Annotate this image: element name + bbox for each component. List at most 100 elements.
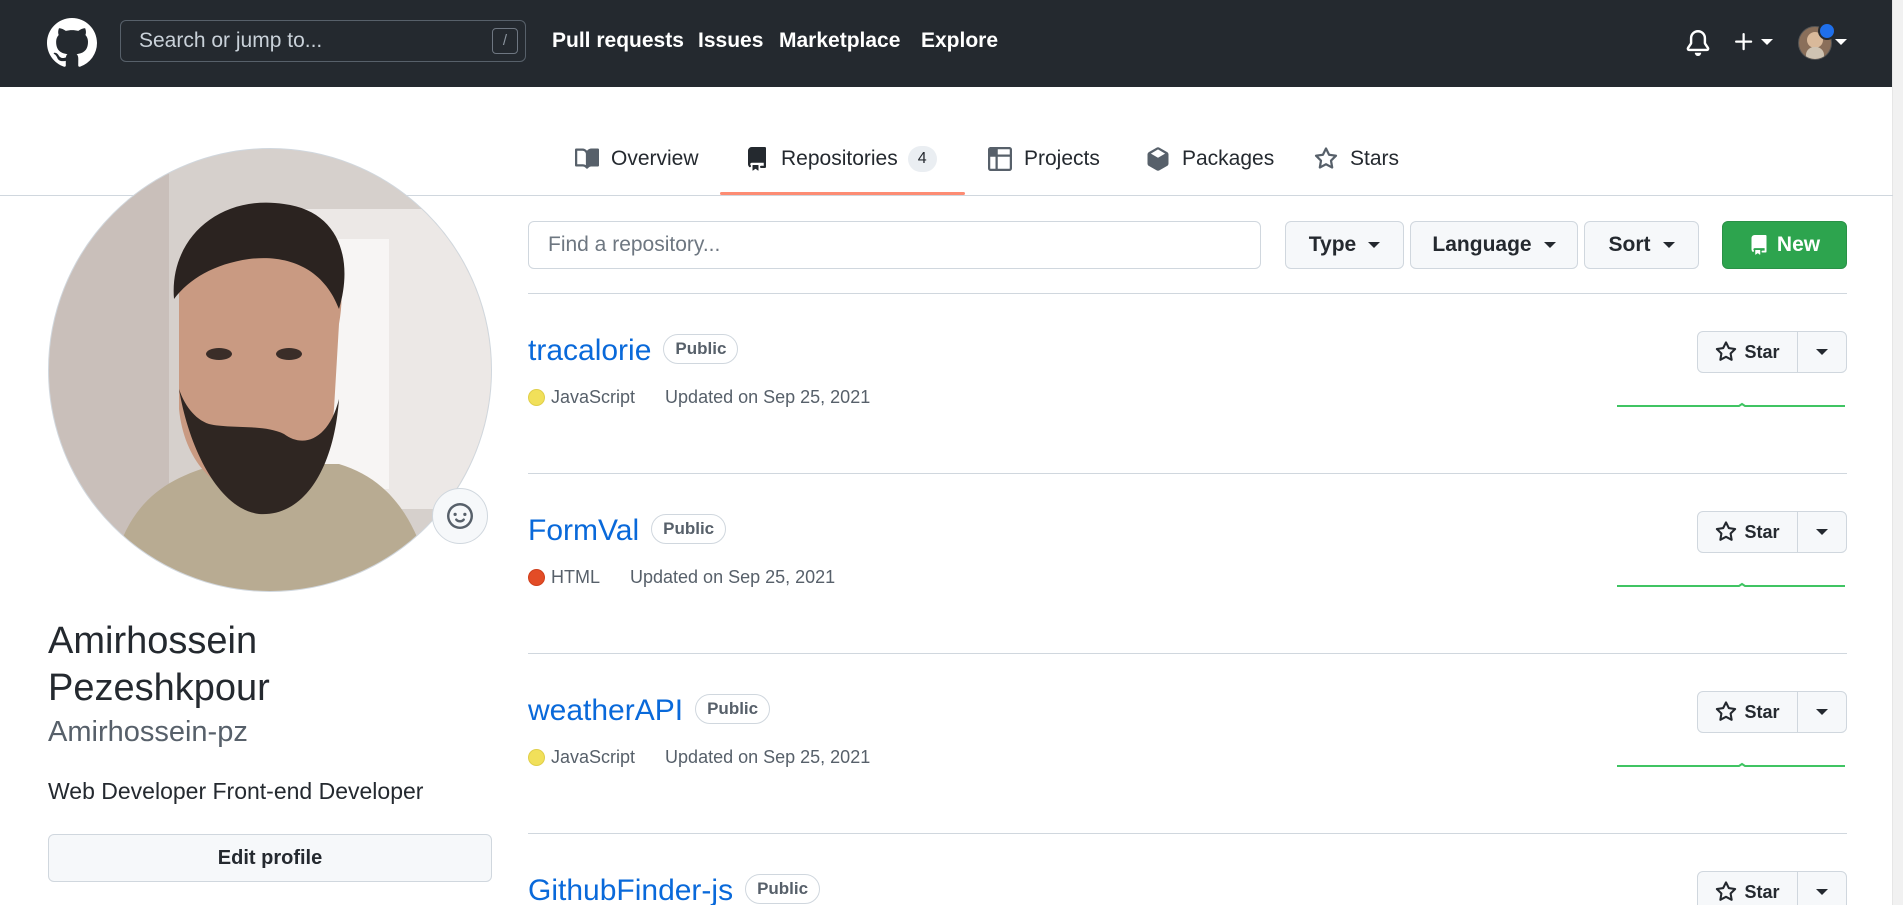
repo-list-item: weatherAPI Public JavaScript Updated on S… xyxy=(528,691,1847,871)
star-button-group: Star xyxy=(1697,331,1847,373)
edit-profile-button[interactable]: Edit profile xyxy=(48,834,492,882)
language-filter-button[interactable]: Language xyxy=(1410,221,1578,269)
global-search-input[interactable]: Search or jump to... / xyxy=(120,20,526,62)
type-filter-button[interactable]: Type xyxy=(1285,221,1404,269)
star-list-dropdown[interactable] xyxy=(1798,512,1846,552)
table-icon xyxy=(988,147,1012,171)
visibility-badge: Public xyxy=(663,334,739,365)
repo-list-item: FormVal Public HTML Updated on Sep 25, 20… xyxy=(528,511,1847,691)
tab-packages[interactable]: Packages xyxy=(1146,144,1274,174)
sort-filter-button[interactable]: Sort xyxy=(1584,221,1699,269)
repo-icon xyxy=(1751,235,1767,255)
star-icon xyxy=(1716,341,1737,361)
star-button[interactable]: Star xyxy=(1698,332,1798,372)
star-label: Star xyxy=(1744,521,1780,542)
tab-repositories-label: Repositories xyxy=(781,147,898,170)
repo-name-link[interactable]: weatherAPI xyxy=(528,694,683,727)
nav-marketplace[interactable]: Marketplace xyxy=(779,27,900,55)
tab-stars[interactable]: Stars xyxy=(1314,144,1399,174)
nav-pull-requests[interactable]: Pull requests xyxy=(552,27,684,55)
tab-overview[interactable]: Overview xyxy=(575,144,699,174)
repo-icon xyxy=(748,147,766,171)
repo-list-item: GithubFinder-js Public Star xyxy=(528,871,1847,905)
find-repository-input[interactable]: Find a repository... xyxy=(528,221,1261,269)
repo-language: HTML xyxy=(551,567,600,587)
star-list-dropdown[interactable] xyxy=(1798,692,1846,732)
repo-language: JavaScript xyxy=(551,387,636,407)
star-button-group: Star xyxy=(1697,511,1847,553)
star-list-dropdown[interactable] xyxy=(1798,332,1846,372)
star-icon xyxy=(1716,701,1737,721)
github-logo-icon[interactable] xyxy=(47,18,97,68)
new-button-label: New xyxy=(1776,233,1821,256)
repo-updated: Updated on Sep 25, 2021 xyxy=(665,747,871,767)
repo-name-link[interactable]: tracalorie xyxy=(528,334,651,367)
star-label: Star xyxy=(1744,341,1780,362)
visibility-badge: Public xyxy=(745,874,821,905)
caret-down-icon xyxy=(1816,889,1828,895)
repo-name-link[interactable]: FormVal xyxy=(528,514,639,547)
tab-stars-label: Stars xyxy=(1350,147,1400,170)
set-status-button[interactable] xyxy=(432,488,488,544)
sort-filter-label: Sort xyxy=(1608,233,1651,256)
tab-overview-label: Overview xyxy=(611,147,699,170)
repo-updated: Updated on Sep 25, 2021 xyxy=(630,567,836,587)
plus-caret-icon[interactable] xyxy=(1760,38,1774,46)
tab-projects[interactable]: Projects xyxy=(988,144,1100,174)
list-divider xyxy=(528,293,1847,294)
repo-updated: Updated on Sep 25, 2021 xyxy=(665,387,871,407)
star-list-dropdown[interactable] xyxy=(1798,872,1846,905)
caret-down-icon xyxy=(1368,242,1381,248)
book-icon xyxy=(575,148,599,169)
tab-repositories[interactable]: Repositories 4 xyxy=(745,144,937,174)
visibility-badge: Public xyxy=(651,514,727,545)
profile-username: Amirhossein-pz xyxy=(48,716,248,748)
activity-sparkline xyxy=(1617,402,1845,407)
activity-sparkline xyxy=(1617,582,1845,587)
profile-avatar xyxy=(48,148,492,592)
repositories-count-badge: 4 xyxy=(907,146,937,172)
star-icon xyxy=(1716,881,1737,901)
visibility-badge: Public xyxy=(695,694,771,725)
profile-photo xyxy=(49,149,491,591)
search-shortcut-key: / xyxy=(492,28,518,54)
profile-full-name: Amirhossein Pezeshkpour xyxy=(48,620,270,709)
repo-language: JavaScript xyxy=(551,747,636,767)
smiley-icon xyxy=(447,503,473,529)
tab-packages-label: Packages xyxy=(1182,147,1275,170)
star-label: Star xyxy=(1744,881,1780,902)
language-color-dot xyxy=(528,749,545,766)
caret-down-icon xyxy=(1543,242,1556,248)
nav-issues[interactable]: Issues xyxy=(698,27,763,55)
bell-icon[interactable] xyxy=(1685,29,1711,57)
nav-explore[interactable]: Explore xyxy=(921,27,998,55)
caret-down-icon xyxy=(1662,242,1675,248)
repo-list-item: tracalorie Public JavaScript Updated on S… xyxy=(528,331,1847,511)
new-repository-button[interactable]: New xyxy=(1722,221,1847,269)
tab-projects-label: Projects xyxy=(1024,147,1100,170)
package-icon xyxy=(1147,147,1169,171)
caret-down-icon xyxy=(1816,349,1828,355)
list-divider xyxy=(528,833,1847,834)
star-button[interactable]: Star xyxy=(1698,512,1798,552)
language-color-dot xyxy=(528,569,545,586)
language-filter-label: Language xyxy=(1432,233,1532,256)
activity-sparkline xyxy=(1617,762,1845,767)
avatar-caret-icon[interactable] xyxy=(1834,38,1848,46)
caret-down-icon xyxy=(1816,709,1828,715)
repo-name-link[interactable]: GithubFinder-js xyxy=(528,874,733,905)
global-header: Search or jump to... / Pull requests Iss… xyxy=(0,0,1893,87)
search-placeholder: Search or jump to... xyxy=(139,29,323,52)
star-button[interactable]: Star xyxy=(1698,872,1798,905)
star-label: Star xyxy=(1744,701,1780,722)
star-button-group: Star xyxy=(1697,871,1847,905)
page-scrollbar[interactable] xyxy=(1892,0,1903,905)
plus-icon[interactable] xyxy=(1732,30,1756,54)
language-color-dot xyxy=(528,389,545,406)
star-icon xyxy=(1716,521,1737,541)
type-filter-label: Type xyxy=(1308,233,1357,256)
profile-bio: Web Developer Front-end Developer xyxy=(48,778,424,804)
list-divider xyxy=(528,473,1847,474)
caret-down-icon xyxy=(1816,529,1828,535)
star-button[interactable]: Star xyxy=(1698,692,1798,732)
